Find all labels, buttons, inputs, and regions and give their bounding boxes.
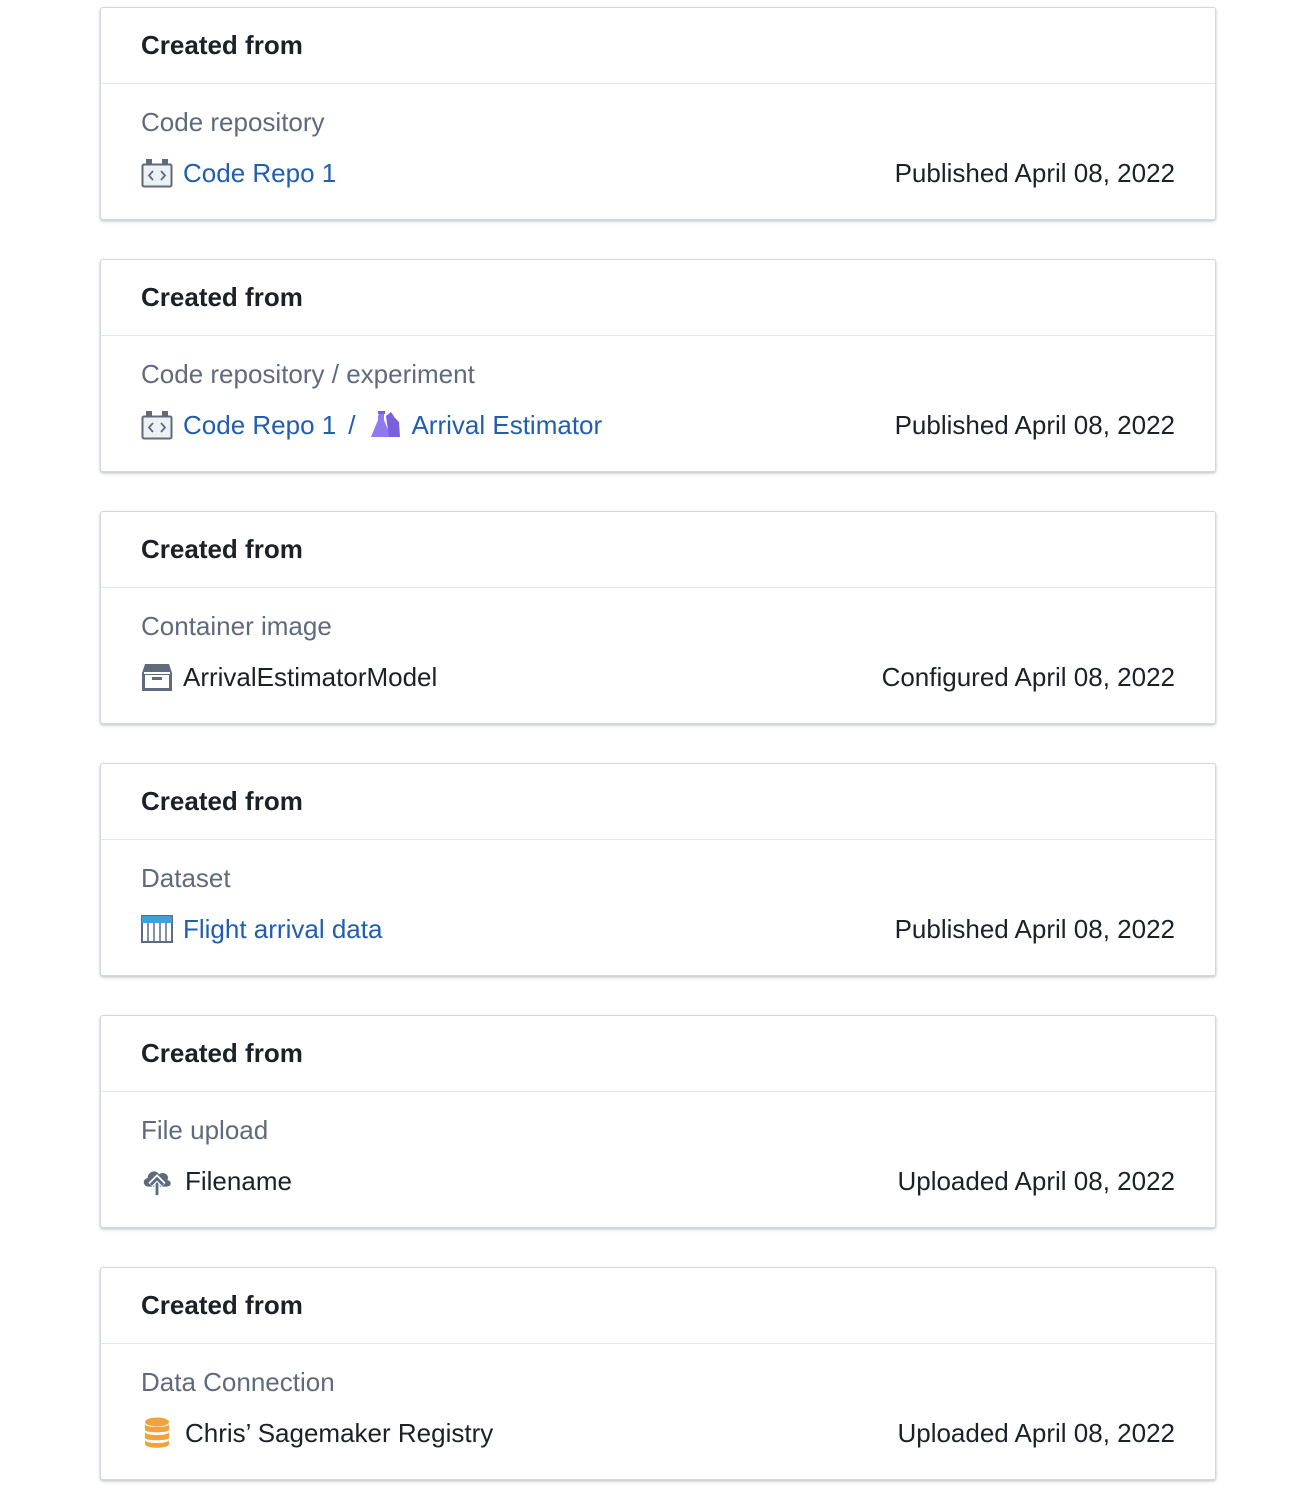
created-from-card-data-connection: Created from Data Connection Chris’ Sage… [100, 1267, 1216, 1480]
experiment-flask-icon [369, 409, 401, 441]
card-title: Created from [141, 30, 303, 60]
source-row: Flight arrival data [141, 912, 382, 946]
card-body: File upload Filename Uploaded April 08, … [101, 1092, 1215, 1228]
source-type-label: Code repository [141, 107, 325, 137]
status-text: Configured April 08, 2022 [881, 662, 1175, 692]
created-from-card-dataset: Created from Dataset Flight arrival data [100, 763, 1216, 976]
code-repo-icon [141, 157, 173, 189]
card-header: Created from [101, 260, 1215, 336]
card-title: Created from [141, 1290, 303, 1320]
cloud-upload-icon [141, 1165, 173, 1197]
dataset-link[interactable]: Flight arrival data [183, 914, 382, 945]
card-title: Created from [141, 534, 303, 564]
source-row: Chris’ Sagemaker Registry [141, 1416, 493, 1450]
container-image-name: ArrivalEstimatorModel [183, 661, 438, 692]
breadcrumb-separator: / [348, 409, 356, 440]
source-row: Code Repo 1 / Arrival Estimator [141, 408, 602, 442]
source-type-label: File upload [141, 1115, 269, 1145]
created-from-list: Created from Code repository Code Repo 1… [0, 0, 1316, 1496]
data-connection-name: Chris’ Sagemaker Registry [185, 1417, 494, 1448]
card-title: Created from [141, 786, 303, 816]
card-header: Created from [101, 764, 1215, 840]
source-row: Code Repo 1 [141, 156, 336, 190]
status-text: Published April 08, 2022 [894, 410, 1175, 440]
code-repo-link[interactable]: Code Repo 1 [183, 158, 336, 189]
source-type-label: Container image [141, 611, 332, 641]
database-icon [141, 1417, 173, 1449]
card-body: Code repository Code Repo 1 Published Ap… [101, 84, 1215, 220]
source-type-label: Code repository / experiment [141, 359, 475, 389]
created-from-card-code-repository: Created from Code repository Code Repo 1… [100, 7, 1216, 220]
created-from-card-file-upload: Created from File upload Filename Upload… [100, 1015, 1216, 1228]
card-header: Created from [101, 1268, 1215, 1344]
status-text: Published April 08, 2022 [894, 914, 1175, 944]
dataset-table-icon [141, 913, 173, 945]
card-body: Code repository / experiment Code Repo 1… [101, 336, 1215, 472]
card-title: Created from [141, 1038, 303, 1068]
created-from-card-code-repository-experiment: Created from Code repository / experimen… [100, 259, 1216, 472]
status-text: Uploaded April 08, 2022 [897, 1166, 1175, 1196]
source-type-label: Data Connection [141, 1367, 335, 1397]
code-repo-icon [141, 409, 173, 441]
source-row: ArrivalEstimatorModel [141, 660, 437, 694]
container-box-icon [141, 661, 173, 693]
status-text: Published April 08, 2022 [894, 158, 1175, 188]
status-text: Uploaded April 08, 2022 [897, 1418, 1175, 1448]
card-header: Created from [101, 512, 1215, 588]
experiment-link[interactable]: Arrival Estimator [411, 410, 602, 441]
card-title: Created from [141, 282, 303, 312]
card-header: Created from [101, 8, 1215, 84]
card-body: Container image ArrivalEstimatorModel Co… [101, 588, 1215, 724]
source-type-label: Dataset [141, 863, 231, 893]
card-body: Dataset Flight arrival data Published Ap… [101, 840, 1215, 976]
card-body: Data Connection Chris’ Sagemaker Registr… [101, 1344, 1215, 1480]
card-header: Created from [101, 1016, 1215, 1092]
file-name: Filename [185, 1165, 292, 1196]
code-repo-link[interactable]: Code Repo 1 [183, 410, 336, 441]
created-from-card-container-image: Created from Container image ArrivalEsti… [100, 511, 1216, 724]
source-row: Filename [141, 1164, 292, 1198]
